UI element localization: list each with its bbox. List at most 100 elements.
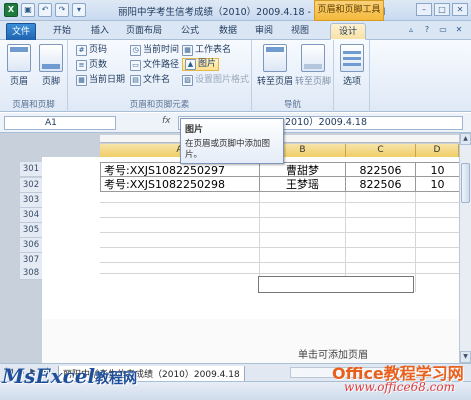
current-time-button[interactable]: ◷ 当前时间	[130, 44, 179, 57]
header-area[interactable]	[42, 319, 459, 363]
group-header-footer: 页眉 页脚 页眉和页脚	[0, 40, 68, 112]
goto-footer-button[interactable]: 转至页脚	[294, 44, 332, 87]
sheet-name-icon: ▦	[182, 45, 193, 56]
gridline	[100, 217, 459, 218]
page-count-button[interactable]: ≡ 页数	[76, 59, 107, 72]
watermark-brand: MsExcel	[2, 364, 96, 388]
scroll-up-icon[interactable]: ▲	[460, 133, 471, 145]
row-header[interactable]: 301	[20, 162, 42, 177]
tab-design[interactable]: 设计	[330, 23, 366, 40]
name-box[interactable]: A1	[4, 116, 116, 130]
tab-review[interactable]: 审阅	[250, 23, 278, 40]
footer-icon	[39, 44, 63, 72]
current-date-label: 当前日期	[89, 75, 126, 85]
customize-qat-icon[interactable]: ▾	[72, 3, 86, 17]
footer-button-label: 页脚	[41, 77, 60, 87]
picture-icon: ▲	[185, 59, 196, 70]
folder-icon: ▭	[130, 60, 141, 71]
redo-icon[interactable]: ↷	[55, 3, 69, 17]
close-icon[interactable]: ✕	[452, 3, 468, 16]
goto-header-label: 转至页眉	[256, 77, 293, 87]
watermark-suffix: 教程网	[95, 371, 138, 387]
excel-logo-icon: X	[4, 3, 18, 17]
header-button[interactable]: 页眉	[4, 44, 34, 87]
picture-label: 图片	[198, 59, 217, 69]
table-cell[interactable]: 822506	[346, 162, 416, 177]
file-name-button[interactable]: ▤ 文件名	[130, 74, 170, 87]
sheet-name-button[interactable]: ▦ 工作表名	[182, 44, 231, 57]
picture-button[interactable]: ▲ 图片	[182, 58, 220, 71]
file-path-button[interactable]: ▭ 文件路径	[130, 59, 179, 72]
header-button-label: 页眉	[9, 77, 28, 87]
watermark-msexcel: MsExcel教程网	[2, 364, 137, 388]
watermark-url: www.office68.com	[344, 380, 455, 394]
options-label: 选项	[342, 77, 361, 87]
page-count-icon: ≡	[76, 60, 87, 71]
window-restore-icon[interactable]: ▭	[437, 24, 449, 36]
column-header-c[interactable]: C	[346, 144, 416, 157]
tab-page-layout[interactable]: 页面布局	[120, 23, 168, 40]
tab-view[interactable]: 视图	[286, 23, 314, 40]
options-icon	[340, 44, 364, 72]
sheet-name-label: 工作表名	[195, 45, 232, 55]
group-options: 选项	[334, 40, 370, 112]
table-cell[interactable]: 曹甜梦	[260, 162, 346, 177]
maximize-icon[interactable]: □	[434, 3, 450, 16]
footer-button[interactable]: 页脚	[36, 44, 66, 87]
table-cell[interactable]: 考号:XXJS1082250297	[100, 162, 260, 177]
scroll-thumb[interactable]	[461, 163, 470, 203]
tab-file[interactable]: 文件	[6, 23, 36, 40]
format-picture-label: 设置图片格式	[195, 75, 250, 85]
ribbon: 页眉 页脚 页眉和页脚 # 页码 ≡ 页数 ▦ 当前日期 ◷ 当前时间 ▭ 文件…	[0, 40, 471, 112]
current-date-button[interactable]: ▦ 当前日期	[76, 74, 125, 87]
minimize-ribbon-icon[interactable]: ▵	[405, 24, 417, 36]
group-label-navigation: 导航	[283, 100, 301, 110]
gridline	[100, 262, 459, 263]
row-header[interactable]: 302	[20, 178, 42, 193]
current-time-label: 当前时间	[143, 45, 180, 55]
row-header[interactable]: 305	[20, 223, 42, 238]
table-cell[interactable]: 考号:XXJS1082250298	[100, 177, 260, 192]
title-bar: X ▣ ↶ ↷ ▾ 丽阳中学考生信考成绩（2010）2009.4.18 - Mi…	[0, 0, 471, 21]
save-icon[interactable]: ▣	[21, 3, 35, 17]
format-picture-icon: ▨	[182, 75, 193, 86]
row-header[interactable]: 306	[20, 238, 42, 253]
row-header[interactable]: 308	[20, 266, 42, 280]
ribbon-tab-row: 文件 开始 插入 页面布局 公式 数据 审阅 视图 设计 ▵ ? ▭ ✕	[0, 21, 471, 40]
row-header[interactable]: 304	[20, 208, 42, 223]
table-cell[interactable]: 10	[416, 162, 459, 177]
row-header[interactable]: 303	[20, 193, 42, 208]
undo-icon[interactable]: ↶	[38, 3, 52, 17]
file-name-label: 文件名	[143, 75, 171, 85]
tooltip-title: 图片	[185, 125, 204, 135]
goto-footer-icon	[301, 44, 325, 72]
page-count-label: 页数	[89, 60, 108, 70]
tab-home[interactable]: 开始	[48, 23, 76, 40]
goto-header-button[interactable]: 转至页眉	[256, 44, 294, 87]
tab-insert[interactable]: 插入	[86, 23, 114, 40]
tab-formulas[interactable]: 公式	[176, 23, 204, 40]
add-header-hint[interactable]: 单击可添加页眉	[298, 346, 368, 361]
page-number-button[interactable]: # 页码	[76, 44, 107, 57]
window-close-icon[interactable]: ✕	[453, 24, 465, 36]
vertical-scrollbar[interactable]: ▲ ▼	[459, 133, 471, 363]
column-header-d[interactable]: D	[416, 144, 459, 157]
file-path-label: 文件路径	[143, 60, 180, 70]
quick-access-toolbar: X ▣ ↶ ↷ ▾	[4, 3, 86, 17]
table-cell[interactable]: 王梦瑶	[260, 177, 346, 192]
group-label-elements: 页眉和页脚元素	[129, 100, 190, 110]
file-name-icon: ▤	[130, 75, 141, 86]
help-icon[interactable]: ?	[421, 24, 433, 36]
minimize-icon[interactable]: –	[416, 3, 432, 16]
options-button[interactable]: 选项	[337, 44, 367, 87]
goto-footer-label: 转至页脚	[294, 77, 331, 87]
tooltip-description: 在页眉或页脚中添加图片。	[185, 139, 271, 160]
fx-icon[interactable]: fx	[162, 116, 171, 126]
format-picture-button[interactable]: ▨ 设置图片格式	[182, 74, 249, 87]
footer-edit-box[interactable]	[258, 276, 414, 293]
table-cell[interactable]: 10	[416, 177, 459, 192]
table-cell[interactable]: 822506	[346, 177, 416, 192]
tab-data[interactable]: 数据	[214, 23, 242, 40]
gridline	[100, 232, 459, 233]
gridline	[100, 273, 459, 274]
